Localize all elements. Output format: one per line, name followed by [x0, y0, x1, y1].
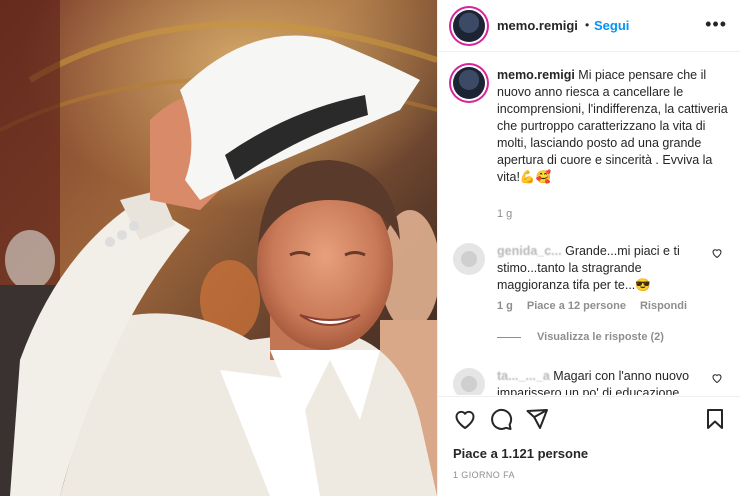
action-bar	[438, 396, 740, 436]
post-photo[interactable]	[0, 0, 437, 496]
bookmark-icon[interactable]	[703, 407, 727, 431]
caption-text-block: memo.remigi Mi piace pensare che il nuov…	[497, 67, 733, 186]
post-header: memo.remigi • Segui •••	[438, 0, 740, 52]
posted-time[interactable]: 1 GIORNO FA	[453, 470, 515, 480]
follow-button[interactable]: Segui	[594, 18, 629, 33]
comment-time[interactable]: 1 g	[497, 300, 513, 312]
comments-scroll-area[interactable]: memo.remigi Mi piace pensare che il nuov…	[438, 53, 740, 395]
comment-text-block: genida_c... Grande...mi piaci e ti stimo…	[497, 243, 709, 294]
instagram-post-modal: memo.remigi • Segui ••• memo.remigi Mi p…	[0, 0, 740, 496]
separator-dot: •	[585, 18, 590, 32]
replies-divider	[497, 336, 521, 338]
more-horizontal-icon[interactable]: •••	[705, 14, 727, 35]
post-side-panel: memo.remigi • Segui ••• memo.remigi Mi p…	[437, 0, 740, 496]
view-replies-button[interactable]: Visualizza le risposte (2)	[497, 331, 664, 343]
photo-illustration	[0, 0, 437, 496]
author-username[interactable]: memo.remigi	[497, 18, 578, 33]
reply-button[interactable]: Rispondi	[640, 300, 687, 312]
view-replies-label: Visualizza le risposte (2)	[537, 331, 664, 343]
comment-heart-icon[interactable]	[711, 247, 723, 262]
commenter-username[interactable]: genida_c...	[497, 244, 562, 258]
comment-likes[interactable]: Piace a 12 persone	[527, 300, 626, 312]
comment-icon[interactable]	[489, 407, 513, 431]
caption-username[interactable]: memo.remigi	[497, 68, 575, 82]
heart-icon[interactable]	[453, 407, 477, 431]
caption-author-avatar[interactable]	[453, 67, 485, 99]
commenter-avatar[interactable]	[453, 368, 485, 395]
comment-meta: 1 g Piace a 12 persone Rispondi	[497, 300, 687, 312]
author-avatar[interactable]	[453, 10, 485, 42]
commenter-username[interactable]: ta..._..._a	[497, 369, 550, 383]
comment-heart-icon[interactable]	[711, 372, 723, 387]
caption-body: Mi piace pensare che il nuovo anno riesc…	[497, 68, 728, 184]
send-icon[interactable]	[525, 407, 549, 431]
commenter-avatar[interactable]	[453, 243, 485, 275]
comment-text-block: ta..._..._a Magari con l'anno nuovo impa…	[497, 368, 709, 395]
caption-time[interactable]: 1 g	[497, 208, 512, 220]
likes-count[interactable]: Piace a 1.121 persone	[453, 446, 588, 461]
